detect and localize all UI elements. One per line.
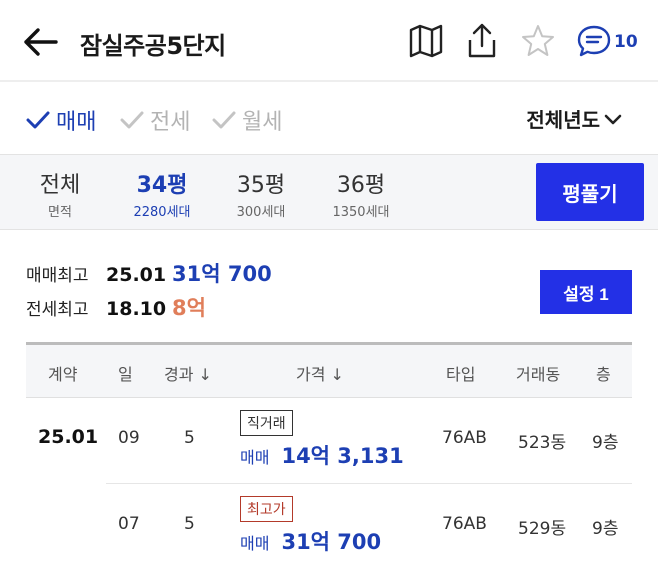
trade-kind: 매매 — [240, 448, 270, 467]
trade-type-filter: 매매 전세 월세 전체년도 — [0, 84, 658, 154]
table-row[interactable]: 25.01 09 5 직거래 매매 14억 3,131 76AB 523동 9층 — [38, 398, 632, 484]
contract-month: 25.01 — [38, 426, 99, 448]
table-header: 계약 일 경과 ↓ 가격 ↓ 타입 거래동 층 — [26, 342, 632, 398]
arrow-left-icon[interactable] — [20, 22, 60, 62]
filter-wolse-label: 월세 — [242, 110, 283, 135]
tab-area-36[interactable]: 36평 1350세대 — [322, 167, 400, 220]
elapsed: 5 — [184, 514, 195, 534]
sale-high-date: 25.01 — [106, 264, 167, 286]
tab-area-34[interactable]: 34평 2280세대 — [124, 167, 200, 220]
tab-sublabel: 1350세대 — [332, 205, 390, 220]
jeonse-high-row: 전세최고 18.10 8억 — [26, 292, 272, 326]
direct-deal-badge: 직거래 — [240, 410, 293, 436]
tab-label: 35평 — [236, 173, 286, 198]
filter-jeonse-label: 전세 — [150, 110, 191, 135]
sale-high-price: 31억 700 — [172, 262, 272, 286]
column-header-elapsed[interactable]: 경과 ↓ — [164, 361, 212, 385]
filter-sale[interactable]: 매매 — [26, 104, 96, 136]
page-title: 잠실주공5단지 — [80, 32, 226, 60]
tab-label: 전체 — [39, 173, 81, 198]
unit-type: 76AB — [442, 514, 487, 534]
building-dong: 523동 — [518, 433, 567, 453]
column-header-day: 일 — [118, 365, 133, 384]
tab-label: 36평 — [336, 173, 386, 198]
contract-day: 09 — [118, 428, 140, 448]
tab-area-35[interactable]: 35평 300세대 — [226, 167, 296, 220]
jeonse-high-price: 8억 — [172, 296, 206, 320]
comment-count: 10 — [614, 32, 638, 52]
chevron-down-icon — [604, 114, 622, 124]
floor: 9층 — [592, 433, 619, 453]
filter-sale-label: 매매 — [56, 110, 97, 135]
trade-price: 31억 700 — [281, 530, 382, 554]
unit-type: 76AB — [442, 428, 487, 448]
filter-jeonse[interactable]: 전세 — [120, 104, 190, 136]
building-dong: 529동 — [518, 519, 567, 539]
area-tab-bar: 전체 면적 34평 2280세대 35평 300세대 36평 1350세대 평풀… — [0, 154, 658, 230]
tab-label: 34평 — [136, 173, 188, 198]
share-icon[interactable] — [464, 22, 500, 60]
year-select[interactable]: 전체년도 — [526, 104, 622, 133]
sale-high-row: 매매최고 25.01 31억 700 — [26, 258, 272, 292]
tab-area-all[interactable]: 전체 면적 — [30, 167, 90, 220]
year-select-label: 전체년도 — [526, 108, 600, 132]
floor: 9층 — [592, 519, 619, 539]
jeonse-high-label: 전세최고 — [26, 300, 89, 320]
price-cell: 매매 14억 3,131 — [240, 440, 404, 470]
app-header: 잠실주공5단지 10 — [0, 0, 658, 82]
contract-day: 07 — [118, 514, 140, 534]
column-header-price[interactable]: 가격 ↓ — [296, 361, 344, 385]
column-header-floor: 층 — [596, 365, 611, 384]
star-icon[interactable] — [520, 22, 556, 60]
transaction-table: 계약 일 경과 ↓ 가격 ↓ 타입 거래동 층 25.01 09 5 직거래 매… — [26, 342, 632, 569]
tab-sublabel: 300세대 — [236, 205, 286, 220]
check-icon — [26, 111, 50, 129]
column-header-type: 타입 — [446, 365, 476, 384]
column-header-contract: 계약 — [48, 365, 78, 384]
check-icon — [212, 111, 236, 129]
elapsed: 5 — [184, 428, 195, 448]
price-cell: 매매 31억 700 — [240, 526, 381, 556]
tab-sublabel: 면적 — [48, 205, 72, 220]
check-icon — [120, 111, 144, 129]
filter-wolse[interactable]: 월세 — [212, 104, 282, 136]
chat-icon[interactable] — [576, 22, 612, 60]
trade-price: 14억 3,131 — [281, 444, 404, 468]
highest-price-badge: 최고가 — [240, 496, 293, 522]
settings-button[interactable]: 설정 1 — [540, 270, 632, 314]
trade-kind: 매매 — [240, 534, 270, 553]
sale-high-label: 매매최고 — [26, 266, 89, 286]
price-summary: 매매최고 25.01 31억 700 전세최고 18.10 8억 — [26, 258, 272, 326]
map-icon[interactable] — [408, 22, 444, 60]
pyeong-expand-button[interactable]: 평풀기 — [536, 163, 644, 221]
column-header-dong: 거래동 — [516, 365, 561, 384]
jeonse-high-date: 18.10 — [106, 298, 167, 320]
table-row[interactable]: 07 5 최고가 매매 31억 700 76AB 529동 9층 — [26, 484, 632, 569]
tab-sublabel: 2280세대 — [133, 205, 191, 220]
